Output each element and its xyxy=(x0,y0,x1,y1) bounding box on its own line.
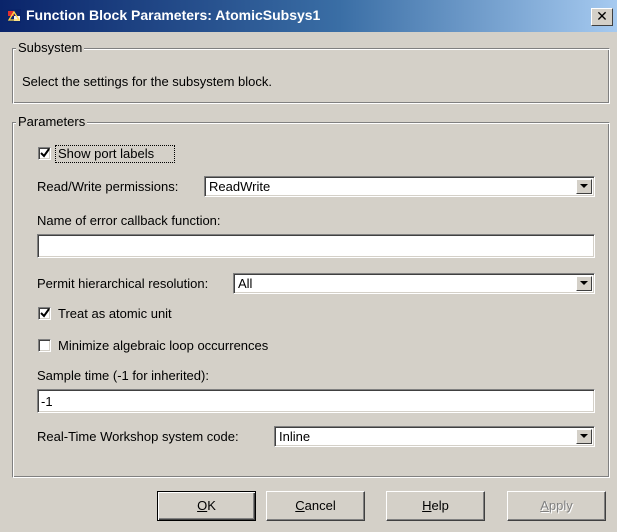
subsystem-legend: Subsystem xyxy=(16,40,85,56)
chevron-down-icon xyxy=(580,281,588,285)
subsystem-group: Subsystem Select the settings for the su… xyxy=(12,40,610,104)
checkmark-icon xyxy=(40,148,50,158)
error-callback-input[interactable] xyxy=(37,234,595,258)
close-icon: ✕ xyxy=(596,8,608,24)
error-callback-label: Name of error callback function: xyxy=(37,213,221,228)
close-button[interactable]: ✕ xyxy=(591,8,613,26)
hierarchical-resolution-dropdown-button[interactable] xyxy=(576,276,592,291)
rtw-system-code-select[interactable]: Inline xyxy=(274,426,595,447)
title-bar[interactable]: Function Block Parameters: AtomicSubsys1… xyxy=(0,0,617,32)
hierarchical-resolution-select[interactable]: All xyxy=(233,273,595,294)
rtw-system-code-dropdown-button[interactable] xyxy=(576,429,592,444)
treat-atomic-unit-checkbox[interactable] xyxy=(38,307,51,320)
show-port-labels-checkbox[interactable] xyxy=(38,147,51,160)
chevron-down-icon xyxy=(580,184,588,188)
read-write-permissions-value: ReadWrite xyxy=(209,179,271,194)
read-write-permissions-select[interactable]: ReadWrite xyxy=(204,176,595,197)
ok-button[interactable]: OK xyxy=(157,491,256,521)
simulink-block-icon xyxy=(7,9,21,23)
sample-time-input[interactable] xyxy=(37,389,595,413)
show-port-labels-label[interactable]: Show port labels xyxy=(58,146,154,162)
parameters-group: Parameters Show port labels Read/Write p… xyxy=(12,114,610,478)
hierarchical-resolution-value: All xyxy=(238,276,253,291)
treat-atomic-unit-label[interactable]: Treat as atomic unit xyxy=(58,306,172,322)
subsystem-description: Select the settings for the subsystem bl… xyxy=(22,74,273,89)
checkmark-icon xyxy=(40,308,50,318)
chevron-down-icon xyxy=(580,434,588,438)
function-block-parameters-dialog: Function Block Parameters: AtomicSubsys1… xyxy=(0,0,617,532)
minimize-algebraic-loop-checkbox[interactable] xyxy=(38,339,51,352)
read-write-permissions-label: Read/Write permissions: xyxy=(37,179,179,194)
read-write-dropdown-button[interactable] xyxy=(576,179,592,194)
hierarchical-resolution-label: Permit hierarchical resolution: xyxy=(37,276,209,291)
sample-time-label: Sample time (-1 for inherited): xyxy=(37,368,209,383)
rtw-system-code-label: Real-Time Workshop system code: xyxy=(37,429,239,444)
cancel-button[interactable]: Cancel xyxy=(266,491,365,521)
rtw-system-code-value: Inline xyxy=(279,429,311,444)
minimize-algebraic-loop-label[interactable]: Minimize algebraic loop occurrences xyxy=(58,338,268,354)
help-button[interactable]: Help xyxy=(386,491,485,521)
apply-button[interactable]: Apply xyxy=(507,491,606,521)
window-title: Function Block Parameters: AtomicSubsys1 xyxy=(26,7,321,23)
parameters-legend: Parameters xyxy=(16,114,88,130)
